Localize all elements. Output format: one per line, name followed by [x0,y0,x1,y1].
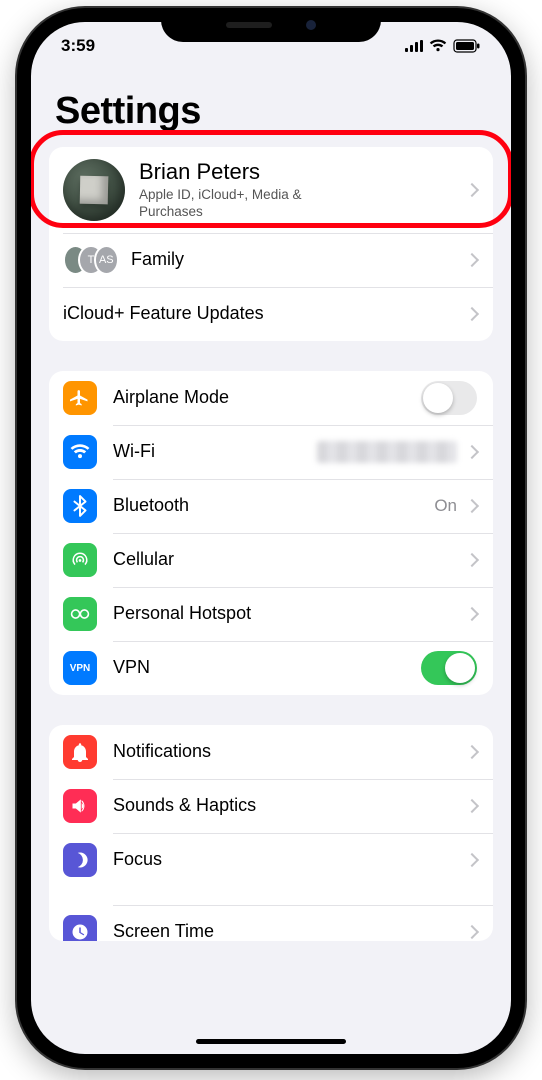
chevron-right-icon [465,253,479,267]
chevron-right-icon [465,799,479,813]
cell-signal-icon [405,40,423,52]
settings-content[interactable]: Settings Brian Peters Apple ID, iCloud+,… [31,70,511,1054]
focus-row[interactable]: Focus [49,833,493,887]
row-label: Cellular [113,549,457,571]
family-avatar: AS [94,245,119,275]
account-name: Brian Peters [139,159,457,185]
icloud-feature-updates-row[interactable]: iCloud+ Feature Updates [49,287,493,341]
row-label: Personal Hotspot [113,603,457,625]
personal-hotspot-row[interactable]: Personal Hotspot [49,587,493,641]
row-label: VPN [113,657,421,679]
apple-id-row[interactable]: Brian Peters Apple ID, iCloud+, Media & … [49,147,493,233]
cellular-row[interactable]: Cellular [49,533,493,587]
focus-icon [63,843,97,877]
airplane-icon [63,381,97,415]
row-label: Family [131,249,457,271]
chevron-right-icon [465,499,479,513]
vpn-toggle[interactable] [421,651,477,685]
bluetooth-value: On [434,496,457,516]
family-avatars: T AS [63,245,119,275]
notifications-row[interactable]: Notifications [49,725,493,779]
status-time: 3:59 [61,36,95,56]
speaker-grille [226,22,272,28]
hotspot-icon [63,597,97,631]
status-right [405,39,481,53]
chevron-right-icon [465,607,479,621]
family-row[interactable]: T AS Family [49,233,493,287]
home-indicator[interactable] [196,1039,346,1044]
notch [161,8,381,42]
notifications-icon [63,735,97,769]
front-camera [306,20,316,30]
screen: 3:59 Settings Brian Peters Apple ID, iCl… [31,22,511,1054]
vpn-icon: VPN [63,651,97,685]
chevron-right-icon [465,183,479,197]
connectivity-section: Airplane Mode Wi-Fi Bluetooth O [49,371,493,695]
row-label: Airplane Mode [113,387,421,409]
wifi-settings-icon [63,435,97,469]
airplane-mode-row[interactable]: Airplane Mode [49,371,493,425]
row-label: Notifications [113,741,457,763]
sounds-row[interactable]: Sounds & Haptics [49,779,493,833]
alerts-section: Notifications Sounds & Haptics Focus [49,725,493,941]
vpn-row[interactable]: VPN VPN [49,641,493,695]
account-subtitle: Apple ID, iCloud+, Media & Purchases [139,187,349,221]
row-label: Wi-Fi [113,441,317,463]
avatar-cube-icon [80,176,108,204]
row-label: iCloud+ Feature Updates [63,303,457,325]
device-frame: 3:59 Settings Brian Peters Apple ID, iCl… [17,8,525,1068]
chevron-right-icon [465,445,479,459]
row-label: Bluetooth [113,495,426,517]
account-section: Brian Peters Apple ID, iCloud+, Media & … [49,147,493,341]
sounds-icon [63,789,97,823]
chevron-right-icon [465,853,479,867]
screen-time-row[interactable]: Screen Time [49,905,493,941]
airplane-toggle[interactable] [421,381,477,415]
chevron-right-icon [465,307,479,321]
row-label: Sounds & Haptics [113,795,457,817]
row-label: Screen Time [113,921,457,941]
bluetooth-icon [63,489,97,523]
page-title: Settings [55,90,487,133]
screentime-icon [63,915,97,941]
avatar [63,159,125,221]
cellular-icon [63,543,97,577]
chevron-right-icon [465,925,479,939]
bluetooth-row[interactable]: Bluetooth On [49,479,493,533]
wifi-row[interactable]: Wi-Fi [49,425,493,479]
chevron-right-icon [465,553,479,567]
wifi-value-redacted [317,441,457,463]
wifi-icon [429,39,447,53]
chevron-right-icon [465,745,479,759]
row-label: Focus [113,849,457,871]
battery-icon [453,39,481,53]
